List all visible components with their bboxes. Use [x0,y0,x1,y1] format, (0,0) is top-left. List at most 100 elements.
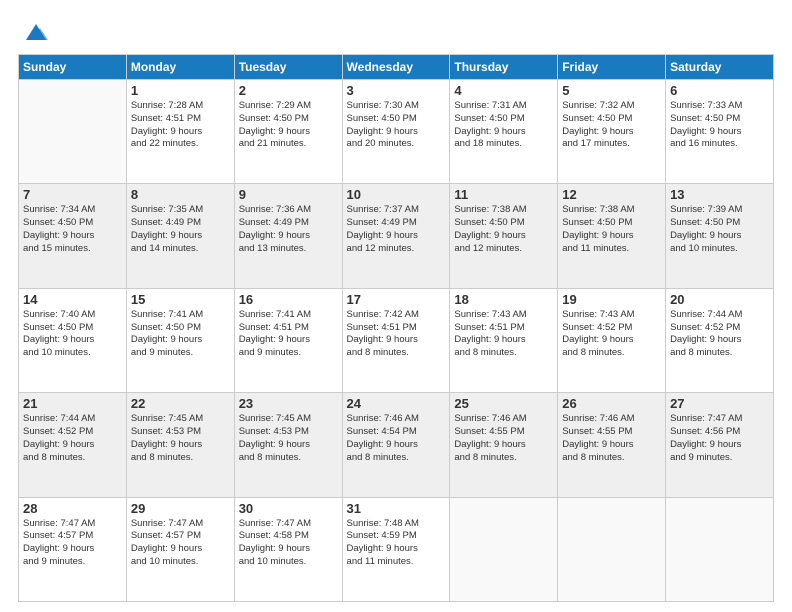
calendar-cell [19,80,127,184]
calendar-cell [558,497,666,601]
weekday-header: Monday [126,55,234,80]
day-info: Sunrise: 7:45 AM Sunset: 4:53 PM Dayligh… [239,413,338,464]
day-number: 27 [670,396,769,411]
day-number: 4 [454,83,553,98]
calendar-cell: 6 Sunrise: 7:33 AM Sunset: 4:50 PM Daylig… [666,80,774,184]
day-info: Sunrise: 7:45 AM Sunset: 4:53 PM Dayligh… [131,413,230,464]
day-number: 23 [239,396,338,411]
day-info: Sunrise: 7:44 AM Sunset: 4:52 PM Dayligh… [23,413,122,464]
day-number: 20 [670,292,769,307]
calendar-cell: 21 Sunrise: 7:44 AM Sunset: 4:52 PM Dayli… [19,393,127,497]
day-number: 9 [239,187,338,202]
day-number: 13 [670,187,769,202]
day-info: Sunrise: 7:47 AM Sunset: 4:57 PM Dayligh… [23,518,122,569]
weekday-header: Thursday [450,55,558,80]
weekday-header: Wednesday [342,55,450,80]
day-info: Sunrise: 7:47 AM Sunset: 4:56 PM Dayligh… [670,413,769,464]
day-info: Sunrise: 7:46 AM Sunset: 4:55 PM Dayligh… [562,413,661,464]
calendar-cell: 2Sunrise: 7:29 AM Sunset: 4:50 PM Daylig… [234,80,342,184]
calendar-cell: 31 Sunrise: 7:48 AM Sunset: 4:59 PM Dayli… [342,497,450,601]
day-info: Sunrise: 7:30 AM Sunset: 4:50 PM Dayligh… [347,100,446,151]
day-info: Sunrise: 7:46 AM Sunset: 4:55 PM Dayligh… [454,413,553,464]
header [18,18,774,46]
weekday-header: Saturday [666,55,774,80]
day-number: 17 [347,292,446,307]
day-number: 28 [23,501,122,516]
day-number: 1 [131,83,230,98]
logo-icon [22,18,50,46]
day-info: Sunrise: 7:43 AM Sunset: 4:52 PM Dayligh… [562,309,661,360]
weekday-header: Friday [558,55,666,80]
day-number: 21 [23,396,122,411]
calendar-week-row: 14 Sunrise: 7:40 AM Sunset: 4:50 PM Dayli… [19,288,774,392]
day-number: 19 [562,292,661,307]
day-info: Sunrise: 7:41 AM Sunset: 4:50 PM Dayligh… [131,309,230,360]
day-info: Sunrise: 7:47 AM Sunset: 4:58 PM Dayligh… [239,518,338,569]
calendar-cell: 17 Sunrise: 7:42 AM Sunset: 4:51 PM Dayli… [342,288,450,392]
calendar-table: SundayMondayTuesdayWednesdayThursdayFrid… [18,54,774,602]
day-info: Sunrise: 7:33 AM Sunset: 4:50 PM Dayligh… [670,100,769,151]
day-number: 24 [347,396,446,411]
calendar-cell: 18 Sunrise: 7:43 AM Sunset: 4:51 PM Dayli… [450,288,558,392]
calendar-cell: 14 Sunrise: 7:40 AM Sunset: 4:50 PM Dayli… [19,288,127,392]
day-info: Sunrise: 7:43 AM Sunset: 4:51 PM Dayligh… [454,309,553,360]
day-info: Sunrise: 7:48 AM Sunset: 4:59 PM Dayligh… [347,518,446,569]
calendar-cell: 30Sunrise: 7:47 AM Sunset: 4:58 PM Dayli… [234,497,342,601]
day-info: Sunrise: 7:44 AM Sunset: 4:52 PM Dayligh… [670,309,769,360]
calendar-cell: 25 Sunrise: 7:46 AM Sunset: 4:55 PM Dayli… [450,393,558,497]
day-number: 29 [131,501,230,516]
day-info: Sunrise: 7:37 AM Sunset: 4:49 PM Dayligh… [347,204,446,255]
page: SundayMondayTuesdayWednesdayThursdayFrid… [0,0,792,612]
day-info: Sunrise: 7:39 AM Sunset: 4:50 PM Dayligh… [670,204,769,255]
calendar-cell: 10Sunrise: 7:37 AM Sunset: 4:49 PM Dayli… [342,184,450,288]
calendar-cell: 5Sunrise: 7:32 AM Sunset: 4:50 PM Daylig… [558,80,666,184]
calendar-week-row: 1 Sunrise: 7:28 AM Sunset: 4:51 PM Daylig… [19,80,774,184]
day-info: Sunrise: 7:38 AM Sunset: 4:50 PM Dayligh… [454,204,553,255]
calendar-cell: 27 Sunrise: 7:47 AM Sunset: 4:56 PM Dayli… [666,393,774,497]
day-number: 22 [131,396,230,411]
day-number: 7 [23,187,122,202]
day-number: 31 [347,501,446,516]
day-number: 3 [347,83,446,98]
day-info: Sunrise: 7:40 AM Sunset: 4:50 PM Dayligh… [23,309,122,360]
day-number: 12 [562,187,661,202]
calendar-cell: 1 Sunrise: 7:28 AM Sunset: 4:51 PM Daylig… [126,80,234,184]
day-number: 26 [562,396,661,411]
calendar-cell: 8Sunrise: 7:35 AM Sunset: 4:49 PM Daylig… [126,184,234,288]
calendar-cell: 28 Sunrise: 7:47 AM Sunset: 4:57 PM Dayli… [19,497,127,601]
day-number: 18 [454,292,553,307]
day-number: 11 [454,187,553,202]
day-info: Sunrise: 7:28 AM Sunset: 4:51 PM Dayligh… [131,100,230,151]
calendar-cell: 20 Sunrise: 7:44 AM Sunset: 4:52 PM Dayli… [666,288,774,392]
calendar-cell: 12 Sunrise: 7:38 AM Sunset: 4:50 PM Dayli… [558,184,666,288]
day-number: 14 [23,292,122,307]
day-number: 6 [670,83,769,98]
calendar-cell: 26 Sunrise: 7:46 AM Sunset: 4:55 PM Dayli… [558,393,666,497]
calendar-cell: 3 Sunrise: 7:30 AM Sunset: 4:50 PM Daylig… [342,80,450,184]
calendar-week-row: 7 Sunrise: 7:34 AM Sunset: 4:50 PM Daylig… [19,184,774,288]
weekday-header: Tuesday [234,55,342,80]
day-info: Sunrise: 7:32 AM Sunset: 4:50 PM Dayligh… [562,100,661,151]
weekday-header: Sunday [19,55,127,80]
day-info: Sunrise: 7:46 AM Sunset: 4:54 PM Dayligh… [347,413,446,464]
day-info: Sunrise: 7:42 AM Sunset: 4:51 PM Dayligh… [347,309,446,360]
day-info: Sunrise: 7:31 AM Sunset: 4:50 PM Dayligh… [454,100,553,151]
calendar-cell: 22 Sunrise: 7:45 AM Sunset: 4:53 PM Dayli… [126,393,234,497]
calendar-cell: 29Sunrise: 7:47 AM Sunset: 4:57 PM Dayli… [126,497,234,601]
day-number: 25 [454,396,553,411]
calendar-week-row: 28 Sunrise: 7:47 AM Sunset: 4:57 PM Dayli… [19,497,774,601]
day-info: Sunrise: 7:34 AM Sunset: 4:50 PM Dayligh… [23,204,122,255]
day-info: Sunrise: 7:36 AM Sunset: 4:49 PM Dayligh… [239,204,338,255]
day-number: 15 [131,292,230,307]
calendar-cell: 16 Sunrise: 7:41 AM Sunset: 4:51 PM Dayli… [234,288,342,392]
day-number: 16 [239,292,338,307]
calendar-cell: 9 Sunrise: 7:36 AM Sunset: 4:49 PM Daylig… [234,184,342,288]
day-info: Sunrise: 7:38 AM Sunset: 4:50 PM Dayligh… [562,204,661,255]
calendar-cell: 11 Sunrise: 7:38 AM Sunset: 4:50 PM Dayli… [450,184,558,288]
calendar-cell: 15 Sunrise: 7:41 AM Sunset: 4:50 PM Dayli… [126,288,234,392]
logo [18,18,50,46]
calendar-cell: 23 Sunrise: 7:45 AM Sunset: 4:53 PM Dayli… [234,393,342,497]
header-row: SundayMondayTuesdayWednesdayThursdayFrid… [19,55,774,80]
day-info: Sunrise: 7:41 AM Sunset: 4:51 PM Dayligh… [239,309,338,360]
calendar-cell: 13 Sunrise: 7:39 AM Sunset: 4:50 PM Dayli… [666,184,774,288]
